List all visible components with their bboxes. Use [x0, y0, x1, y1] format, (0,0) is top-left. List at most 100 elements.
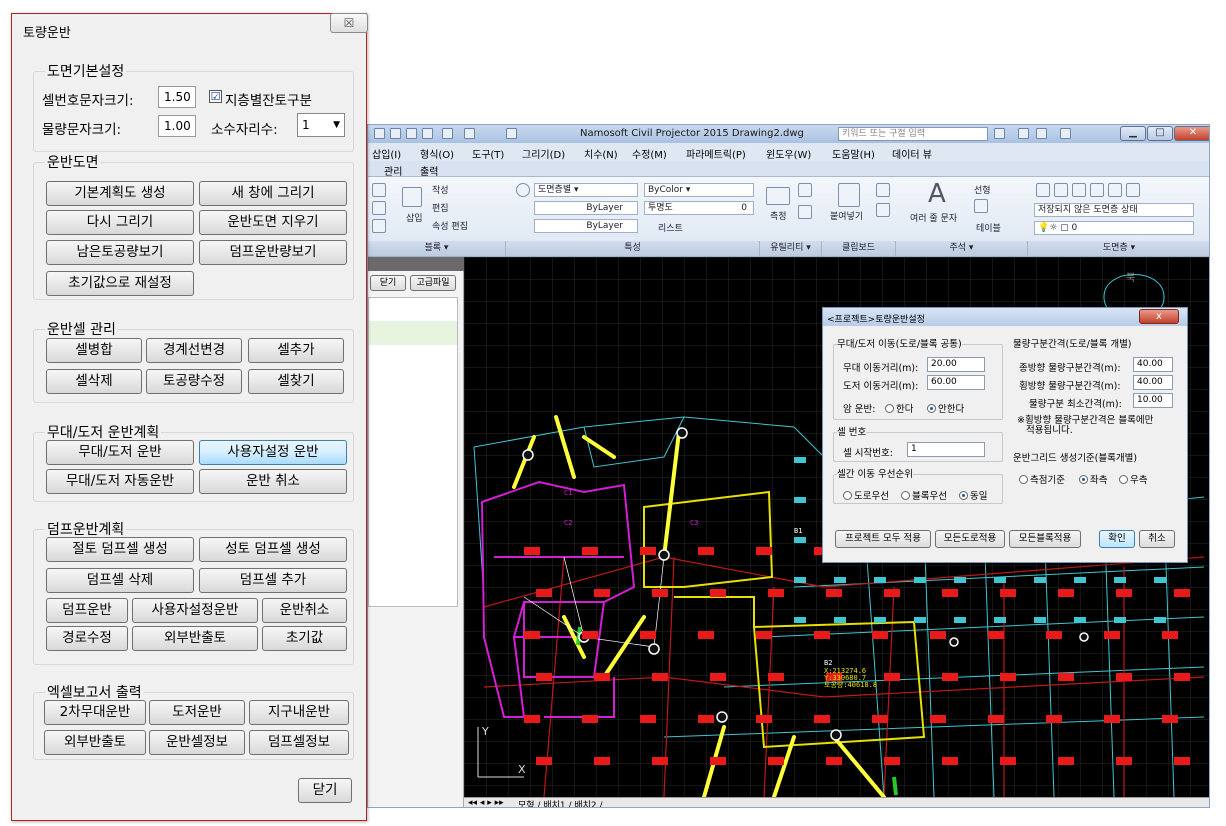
priority-equal-radio[interactable]: 동일: [959, 488, 987, 502]
layer-freeze-icon[interactable]: [1090, 183, 1104, 197]
minimize-button[interactable]: ▁: [1120, 126, 1146, 141]
new-file-icon[interactable]: [374, 128, 385, 139]
decimal-places-select[interactable]: 1 ▼: [297, 113, 345, 137]
rock-haul-no-radio[interactable]: 안한다: [927, 401, 964, 415]
add-dump-cell-button[interactable]: 덤프셀 추가: [199, 568, 347, 593]
dump-haul-button[interactable]: 덤프운반: [46, 598, 128, 623]
exchange-icon[interactable]: [1018, 128, 1029, 139]
apply-all-project-button[interactable]: 프로젝트 모두 적용: [835, 530, 931, 548]
utility-group-label[interactable]: 유틸리티 ▾: [760, 241, 822, 256]
properties-group-label[interactable]: 특성: [506, 241, 760, 256]
priority-road-radio[interactable]: 도로우선: [843, 488, 889, 502]
apply-all-blocks-button[interactable]: 모든블록적용: [1009, 530, 1081, 548]
layer-off-icon[interactable]: [1054, 183, 1068, 197]
palette-close-button[interactable]: 닫기: [370, 275, 406, 291]
priority-block-radio[interactable]: 블록우선: [901, 488, 947, 502]
rock-haul-yes-radio[interactable]: 한다: [885, 401, 913, 415]
auto-free-dozer-haul-button[interactable]: 무대/도저 자동운반: [46, 469, 194, 494]
draw-icon[interactable]: [372, 201, 386, 215]
reset-defaults-button[interactable]: 초기값으로 재설정: [46, 271, 194, 296]
linear-dim-label[interactable]: 선형: [974, 183, 991, 196]
lineweight-combo[interactable]: ByLayer: [534, 219, 638, 233]
layer-combo[interactable]: 도면층별 ▾: [534, 183, 638, 197]
create-base-plan-button[interactable]: 기본계획도 생성: [46, 181, 194, 206]
in-district-haul-report-button[interactable]: 지구내운반: [249, 700, 349, 725]
palette-selected-row[interactable]: [369, 321, 457, 345]
cancel-haul-button[interactable]: 운반 취소: [199, 469, 347, 494]
search-input[interactable]: 키워드 또는 구절 입력: [838, 127, 988, 141]
menu-format[interactable]: 형식(O): [420, 146, 454, 161]
shape-icon[interactable]: [372, 219, 386, 233]
external-export-button[interactable]: 외부반출토: [132, 626, 258, 651]
maximize-button[interactable]: □: [1147, 126, 1173, 141]
layer-group-label[interactable]: 도면층 ▾: [1028, 241, 1209, 256]
delete-dump-cell-button[interactable]: 덤프셀 삭제: [46, 568, 194, 593]
paste-icon[interactable]: [838, 183, 860, 207]
measure-label[interactable]: 측정: [770, 209, 787, 222]
save-icon[interactable]: [406, 128, 417, 139]
layer-option-checkbox[interactable]: ☑: [209, 90, 222, 103]
dialog-close-icon[interactable]: ☒: [330, 13, 368, 33]
print-icon[interactable]: [506, 128, 517, 139]
delete-cell-button[interactable]: 셀삭제: [46, 369, 142, 394]
dump-cancel-haul-button[interactable]: 운반취소: [262, 598, 347, 623]
cell-text-size-input[interactable]: 1.50: [158, 86, 196, 108]
multiline-text-label[interactable]: 여러 줄 문자: [910, 211, 957, 224]
layer-iso-icon[interactable]: [1072, 183, 1086, 197]
grid-station-radio[interactable]: 측점기준: [1019, 472, 1065, 486]
block-icon[interactable]: [372, 183, 386, 197]
secondary-free-haul-report-button[interactable]: 2차무대운반: [44, 700, 146, 725]
erase-haul-drawing-button[interactable]: 운반도면 지우기: [199, 210, 347, 235]
save-as-icon[interactable]: [422, 128, 433, 139]
tab-output[interactable]: 출력: [420, 163, 438, 178]
attr-edit-label[interactable]: 속성 편집: [432, 219, 468, 232]
leader-icon[interactable]: [974, 199, 988, 213]
trans-interval-input[interactable]: 40.00: [1133, 375, 1173, 390]
cancel-button[interactable]: 취소: [1139, 530, 1175, 548]
qty-text-size-input[interactable]: 1.00: [158, 115, 196, 137]
haul-settings-close-button[interactable]: x: [1139, 309, 1179, 324]
color-combo[interactable]: ByColor ▾: [644, 183, 754, 197]
undo-icon[interactable]: [442, 128, 453, 139]
create-fill-dump-cell-button[interactable]: 성토 덤프셀 생성: [199, 537, 347, 562]
ok-button[interactable]: 확인: [1099, 530, 1135, 548]
create-label[interactable]: 작성: [432, 183, 449, 196]
linetype-combo[interactable]: ByLayer: [534, 201, 638, 215]
annotation-group-label[interactable]: 주석 ▾: [896, 241, 1028, 256]
table-label[interactable]: 테이블: [976, 221, 1001, 234]
menu-draw[interactable]: 그리기(D): [522, 146, 565, 161]
grid-right-radio[interactable]: 우측: [1119, 472, 1147, 486]
clipboard-group-label[interactable]: 클립보드: [822, 241, 896, 256]
menu-tools[interactable]: 도구(T): [472, 146, 504, 161]
apply-all-roads-button[interactable]: 모든도로적용: [935, 530, 1005, 548]
calc-icon[interactable]: [798, 183, 812, 197]
edit-label[interactable]: 편집: [432, 201, 449, 214]
redraw-button[interactable]: 다시 그리기: [46, 210, 194, 235]
dozer-distance-input[interactable]: 60.00: [927, 375, 985, 390]
select-icon[interactable]: [798, 205, 812, 219]
close-button[interactable]: 닫기: [298, 778, 352, 803]
layer-lock-icon[interactable]: [1108, 183, 1122, 197]
draw-new-window-button[interactable]: 새 창에 그리기: [199, 181, 347, 206]
redo-icon[interactable]: [464, 128, 475, 139]
star-icon[interactable]: [1036, 128, 1047, 139]
user-defined-haul-button[interactable]: 사용자설정 운반: [199, 440, 347, 465]
long-interval-input[interactable]: 40.00: [1133, 357, 1173, 372]
dump-reset-button[interactable]: 초기값: [262, 626, 347, 651]
open-file-icon[interactable]: [390, 128, 401, 139]
menu-data-view[interactable]: 데이터 뷰: [892, 146, 932, 161]
menu-parametric[interactable]: 파라메트릭(P): [686, 146, 746, 161]
edit-volume-button[interactable]: 토공량수정: [146, 369, 242, 394]
edit-route-button[interactable]: 경로수정: [46, 626, 128, 651]
insert-block-icon[interactable]: [402, 187, 422, 207]
dozer-haul-report-button[interactable]: 도저운반: [149, 700, 245, 725]
layer-state-combo[interactable]: 저장되지 않은 도면층 상태: [1034, 203, 1194, 217]
palette-advanced-button[interactable]: 고급파일: [410, 275, 456, 291]
min-interval-input[interactable]: 10.00: [1133, 393, 1173, 408]
match-properties-icon[interactable]: [516, 183, 530, 197]
transparency-box[interactable]: 투명도 0: [644, 201, 754, 215]
tab-manage[interactable]: 관리: [384, 163, 402, 178]
block-group-label[interactable]: 블록 ▾: [368, 241, 506, 256]
add-cell-button[interactable]: 셀추가: [248, 338, 344, 363]
menu-insert[interactable]: 삽입(I): [372, 146, 401, 161]
